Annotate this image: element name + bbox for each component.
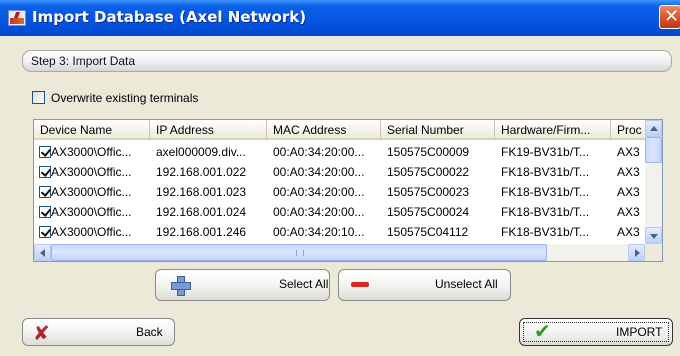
- close-button[interactable]: ✕: [659, 5, 680, 29]
- proc-cell: AX3: [617, 225, 640, 239]
- axel-app-icon: [8, 10, 26, 26]
- chevron-up-icon: [650, 126, 658, 131]
- scroll-corner: [645, 244, 662, 261]
- row-checkbox[interactable]: [39, 226, 51, 238]
- column-header-serial-number[interactable]: Serial Number: [381, 120, 495, 140]
- proc-cell: AX3: [617, 165, 640, 179]
- back-button[interactable]: ✘ Back: [22, 318, 175, 346]
- close-icon: ✕: [664, 6, 680, 27]
- title-bar[interactable]: Import Database (Axel Network) ✕: [0, 0, 680, 36]
- overwrite-checkbox[interactable]: [32, 91, 45, 105]
- back-label: Back: [136, 325, 163, 339]
- table-row[interactable]: AX3000\Offic... 192.168.001.022 00:A0:34…: [34, 162, 645, 182]
- hardware-firmware-cell: FK18-BV31b/T...: [501, 165, 590, 179]
- device-name-cell: AX3000\Offic...: [34, 182, 150, 202]
- column-header-mac-address[interactable]: MAC Address: [267, 120, 381, 140]
- chevron-right-icon: [635, 249, 640, 257]
- unselect-all-button[interactable]: Unselect All: [338, 269, 511, 301]
- column-header-ip-address[interactable]: IP Address: [150, 120, 267, 140]
- x-icon: ✘: [33, 321, 50, 345]
- mac-address-cell: 00:A0:34:20:00...: [273, 165, 365, 179]
- mac-address-cell: 00:A0:34:20:00...: [273, 185, 365, 199]
- column-header-proc[interactable]: Proc: [611, 120, 645, 140]
- grid-header: Device Name IP Address MAC Address Seria…: [34, 120, 645, 140]
- checkmark-icon: ✔: [534, 319, 551, 343]
- device-name: AX3000\Offic...: [51, 165, 132, 179]
- chevron-left-icon: [40, 249, 45, 257]
- row-checkbox[interactable]: [39, 206, 51, 218]
- column-header-hardware-firmware[interactable]: Hardware/Firm...: [495, 120, 611, 140]
- step-header: Step 3: Import Data: [22, 50, 672, 72]
- column-header-device-name[interactable]: Device Name: [34, 120, 150, 140]
- hardware-firmware-cell: FK18-BV31b/T...: [501, 225, 590, 239]
- device-name: AX3000\Offic...: [51, 145, 132, 159]
- serial-number-cell: 150575C04112: [387, 225, 469, 239]
- serial-number-cell: 150575C00023: [387, 185, 470, 199]
- mac-address-cell: 00:A0:34:20:00...: [273, 145, 365, 159]
- select-all-label: Select All: [279, 277, 329, 291]
- serial-number-cell: 150575C00024: [387, 205, 470, 219]
- device-name: AX3000\Offic...: [51, 225, 132, 239]
- serial-number-cell: 150575C00009: [387, 145, 470, 159]
- overwrite-label[interactable]: Overwrite existing terminals: [51, 91, 198, 105]
- import-button[interactable]: ✔ IMPORT: [519, 318, 673, 346]
- proc-cell: AX3: [617, 205, 640, 219]
- device-name-cell: AX3000\Offic...: [34, 222, 150, 242]
- scroll-grip: [296, 250, 304, 256]
- import-label: IMPORT: [616, 325, 663, 339]
- scroll-right-button[interactable]: [628, 244, 645, 261]
- proc-cell: AX3: [617, 145, 640, 159]
- unselect-all-label: Unselect All: [435, 277, 498, 291]
- device-name-cell: AX3000\Offic...: [34, 202, 150, 222]
- scroll-left-button[interactable]: [34, 244, 51, 261]
- ip-address-cell: axel000009.div...: [156, 145, 246, 159]
- table-row[interactable]: AX3000\Offic... 192.168.001.023 00:A0:34…: [34, 182, 645, 202]
- scroll-down-button[interactable]: [645, 227, 662, 244]
- vertical-scrollbar[interactable]: [645, 120, 662, 244]
- hardware-firmware-cell: FK19-BV31b/T...: [501, 145, 590, 159]
- device-name: AX3000\Offic...: [51, 205, 132, 219]
- ip-address-cell: 192.168.001.022: [156, 165, 247, 179]
- ip-address-cell: 192.168.001.246: [156, 225, 247, 239]
- device-name: AX3000\Offic...: [51, 185, 132, 199]
- serial-number-cell: 150575C00022: [387, 165, 470, 179]
- device-name-cell: AX3000\Offic...: [34, 142, 150, 162]
- vertical-scroll-thumb[interactable]: [645, 137, 662, 163]
- row-checkbox[interactable]: [39, 146, 51, 158]
- mac-address-cell: 00:A0:34:20:10...: [273, 225, 365, 239]
- ip-address-cell: 192.168.001.024: [156, 205, 247, 219]
- table-row[interactable]: AX3000\Offic... 192.168.001.246 00:A0:34…: [34, 222, 645, 242]
- table-row[interactable]: AX3000\Offic... axel000009.div... 00:A0:…: [34, 142, 645, 162]
- row-checkbox[interactable]: [39, 186, 51, 198]
- plus-icon: [170, 275, 191, 296]
- device-name-cell: AX3000\Offic...: [34, 162, 150, 182]
- horizontal-scrollbar[interactable]: [34, 244, 645, 261]
- minus-icon: [351, 282, 369, 287]
- proc-cell: AX3: [617, 185, 640, 199]
- devices-grid: Device Name IP Address MAC Address Seria…: [33, 119, 663, 262]
- chevron-down-icon: [650, 234, 658, 239]
- row-checkbox[interactable]: [39, 166, 51, 178]
- hardware-firmware-cell: FK18-BV31b/T...: [501, 185, 590, 199]
- table-row[interactable]: AX3000\Offic... 192.168.001.024 00:A0:34…: [34, 202, 645, 222]
- window-title: Import Database (Axel Network): [32, 8, 307, 26]
- overwrite-checkbox-row[interactable]: Overwrite existing terminals: [32, 90, 198, 106]
- scroll-up-button[interactable]: [645, 120, 662, 137]
- select-all-button[interactable]: Select All: [155, 269, 330, 301]
- hardware-firmware-cell: FK18-BV31b/T...: [501, 205, 590, 219]
- ip-address-cell: 192.168.001.023: [156, 185, 247, 199]
- mac-address-cell: 00:A0:34:20:00...: [273, 205, 365, 219]
- horizontal-scroll-thumb[interactable]: [51, 244, 547, 261]
- import-database-dialog: Import Database (Axel Network) ✕ Step 3:…: [0, 0, 680, 356]
